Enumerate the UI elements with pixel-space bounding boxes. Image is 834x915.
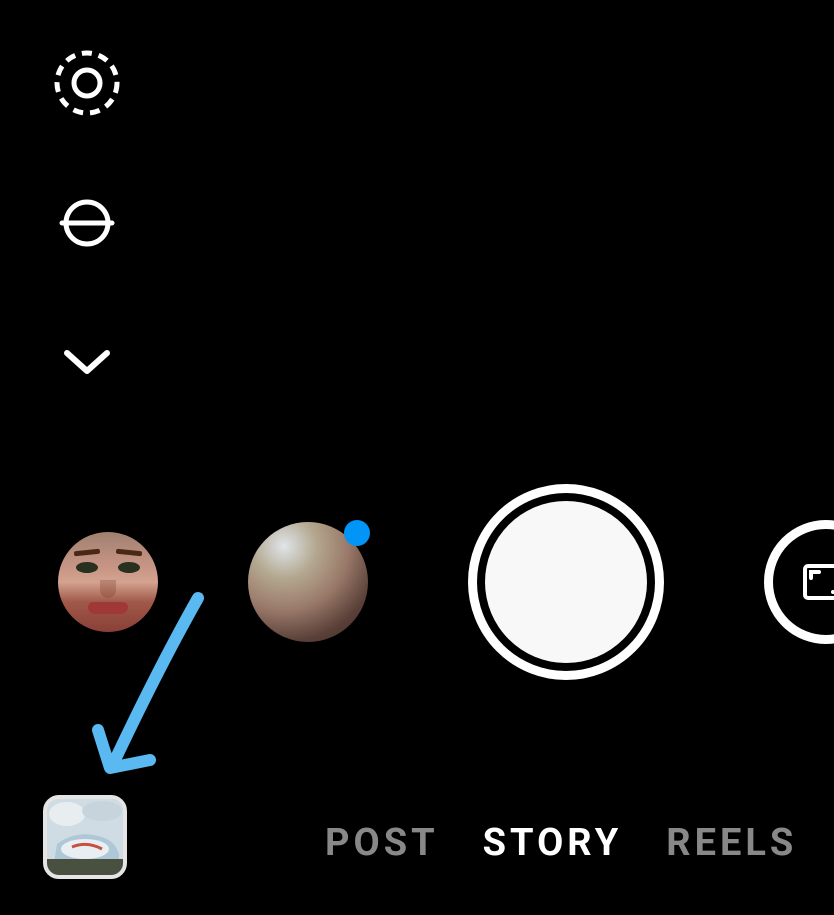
switch-camera-button[interactable]	[764, 520, 834, 644]
capture-row	[0, 484, 834, 680]
mode-tabs: POST STORY REELS L	[325, 821, 834, 865]
capture-inner	[485, 501, 647, 663]
create-story-icon[interactable]	[52, 48, 122, 118]
effect-face-filter[interactable]	[58, 532, 158, 632]
new-badge-icon	[344, 520, 370, 546]
left-tools	[52, 48, 122, 398]
chevron-down-icon[interactable]	[52, 328, 122, 398]
exposure-icon[interactable]	[52, 188, 122, 258]
capture-button[interactable]	[468, 484, 664, 680]
gallery-thumbnail[interactable]	[43, 795, 127, 879]
tab-story[interactable]: STORY	[483, 821, 623, 865]
effect-building-filter[interactable]	[248, 522, 368, 642]
tab-reels[interactable]: REELS	[666, 821, 797, 865]
aspect-ratio-icon	[801, 562, 834, 602]
tab-post[interactable]: POST	[325, 821, 439, 865]
